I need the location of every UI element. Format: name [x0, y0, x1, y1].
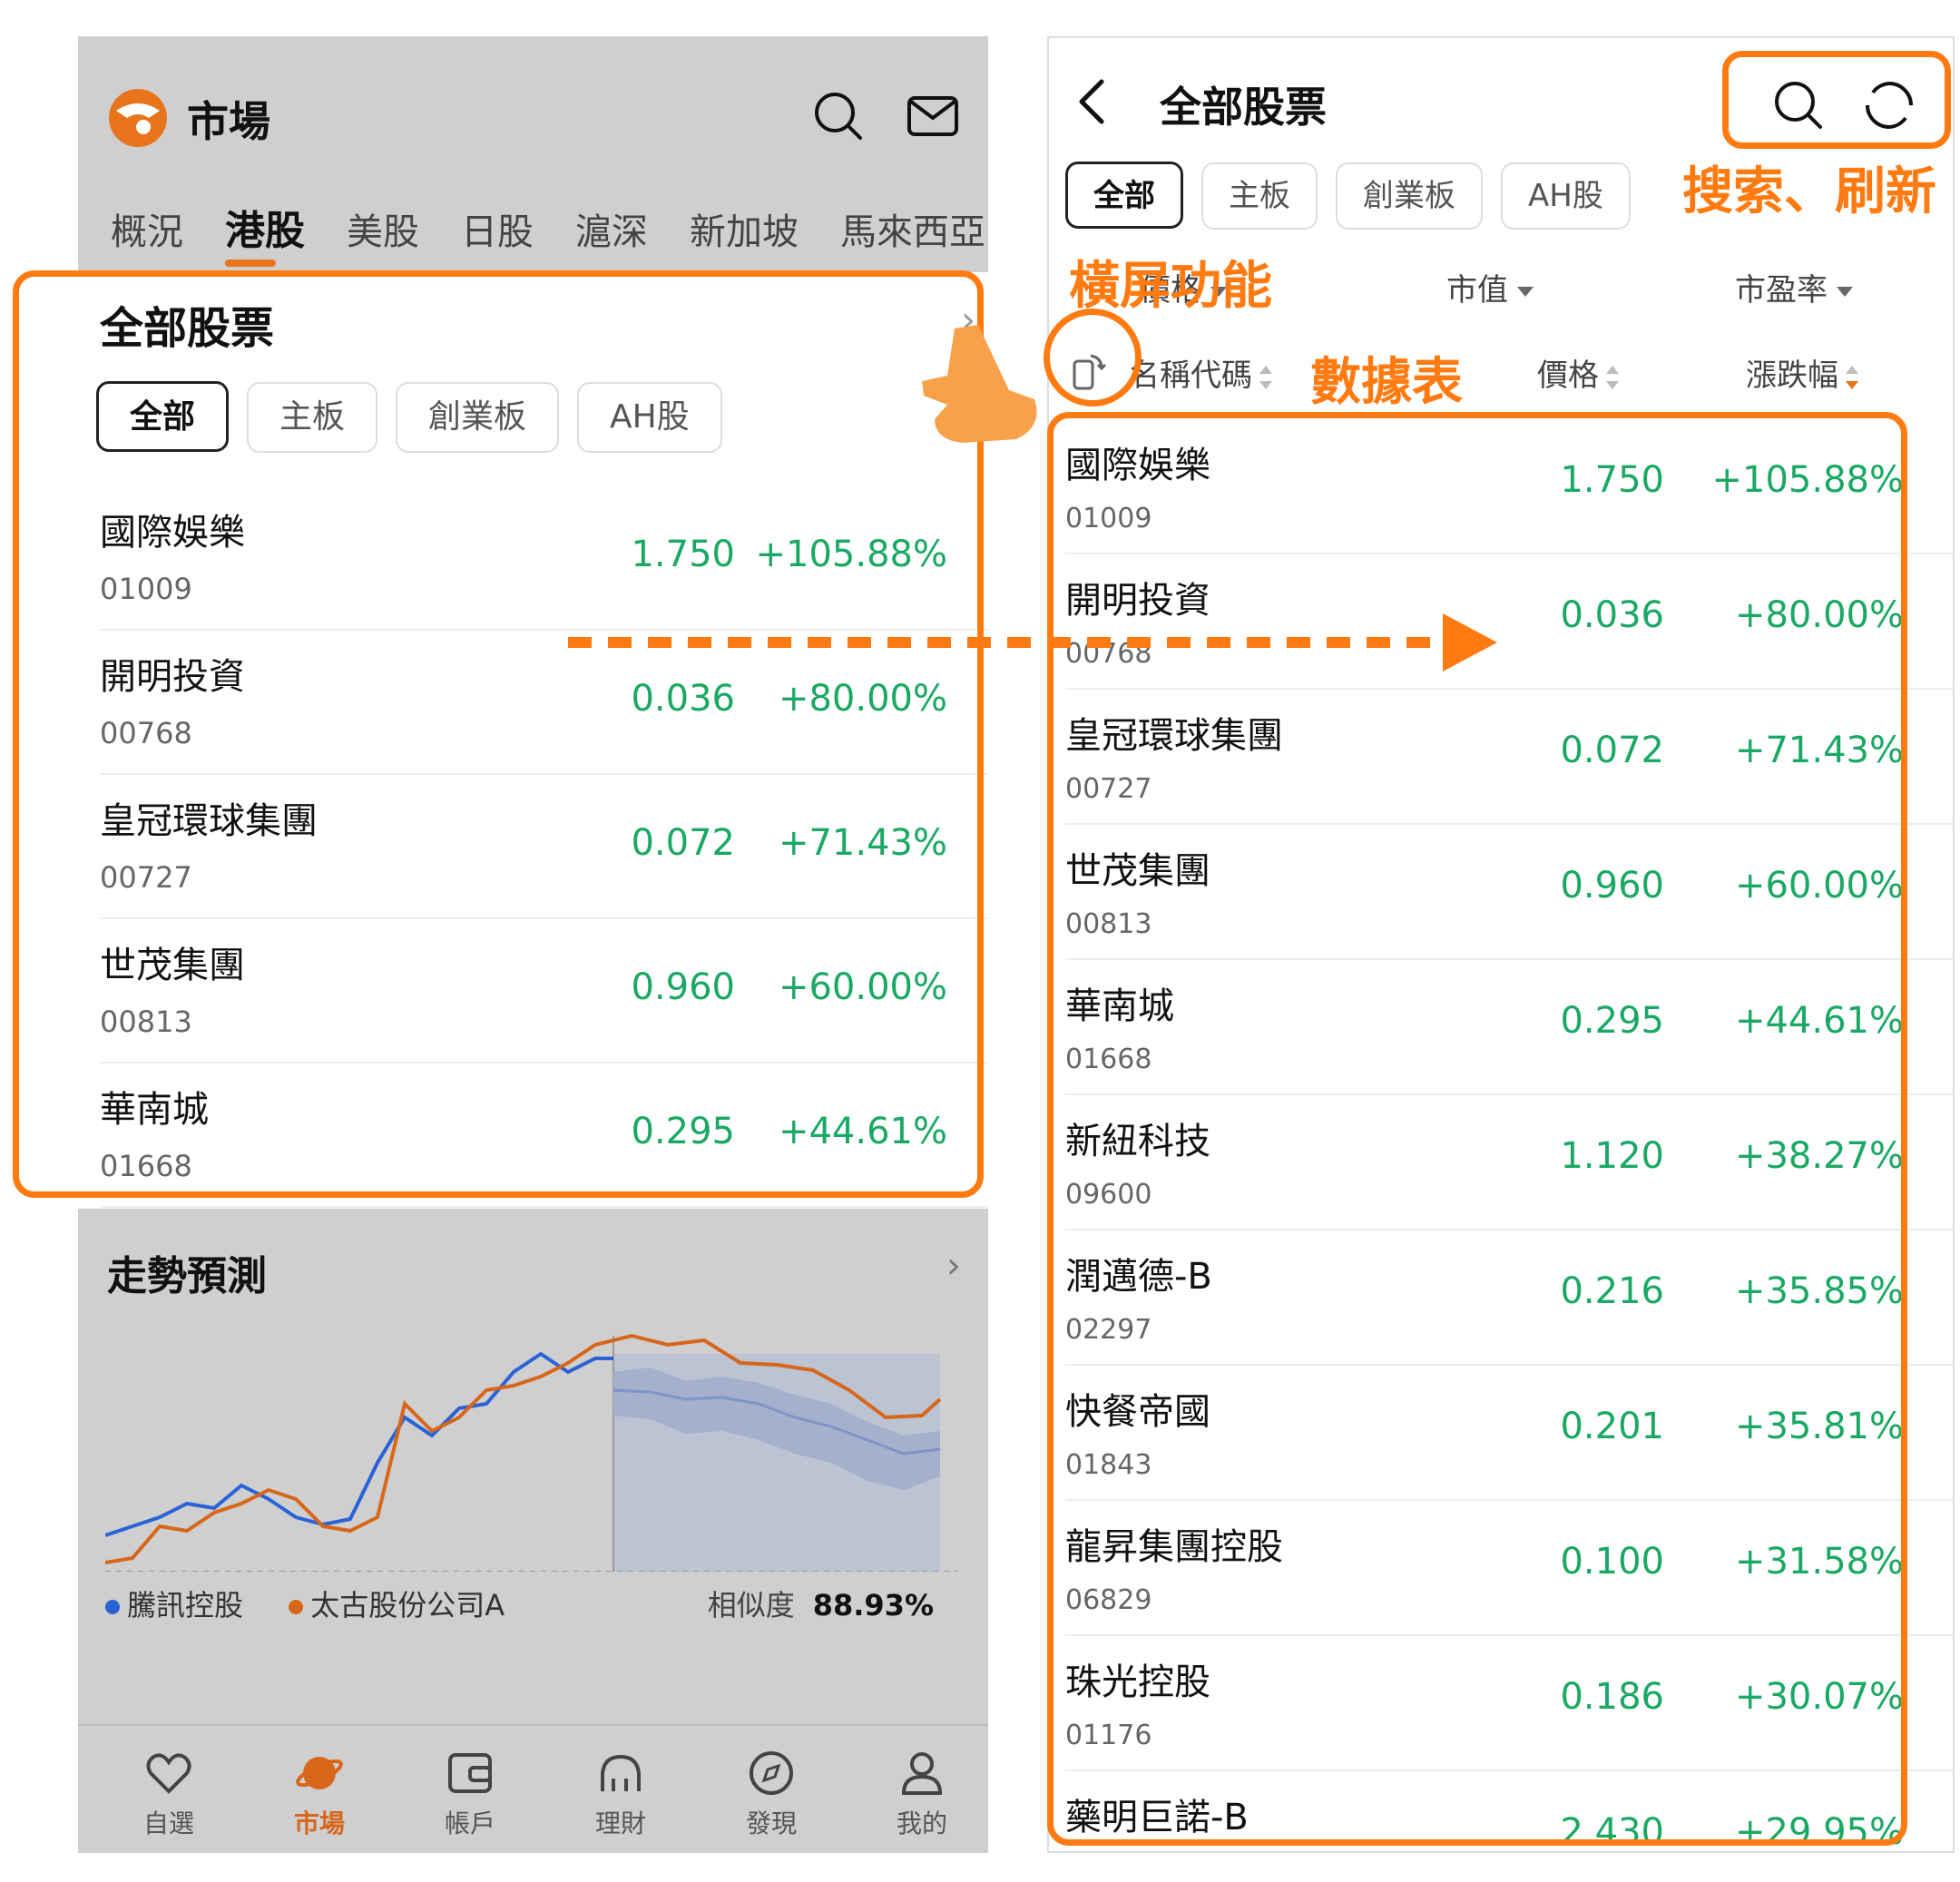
market-tabs: 概況 港股 美股 日股 滬深 新加坡 馬來西亞 [111, 198, 988, 267]
annotation-landscape: 橫屏功能 [1069, 257, 1272, 316]
legend-dot-icon [289, 1600, 304, 1614]
column-label: 市值 [1446, 272, 1508, 309]
nav-me[interactable]: 我的 [867, 1748, 976, 1840]
planet-icon [296, 1757, 343, 1789]
similarity: 相似度 88.93% [708, 1583, 934, 1624]
sort-icon [1606, 365, 1619, 389]
highlight-box-stock-card [13, 270, 984, 1198]
back-arrow-icon[interactable] [1065, 74, 1120, 129]
chip-gem[interactable]: 創業板 [1336, 162, 1483, 230]
legend-tencent: 騰訊控股 [127, 1588, 244, 1622]
chip-all[interactable]: 全部 [1065, 162, 1183, 229]
trend-prediction-section: 走勢預測 › 騰訊控股 太古股份公司A 相似度 88.93% [78, 1209, 988, 1681]
column-market-cap-filter[interactable]: 市值 [1446, 265, 1534, 309]
annotation-data-table: 數據表 [1310, 353, 1463, 412]
chip-main-board[interactable]: 主板 [1201, 162, 1318, 230]
similarity-value: 88.93% [812, 1588, 934, 1622]
tab-singapore[interactable]: 新加坡 [690, 202, 799, 255]
trend-chart [105, 1333, 958, 1572]
nav-discover[interactable]: 發現 [717, 1748, 826, 1840]
heart-icon [146, 1753, 191, 1794]
column-label: 市盈率 [1735, 272, 1828, 309]
app-title: 市場 [187, 97, 270, 146]
tab-overview[interactable]: 概況 [111, 202, 183, 255]
market-header: 市場 概況 港股 美股 日股 滬深 新加坡 馬來西亞 [78, 36, 988, 281]
highlight-box-data-table [1047, 412, 1907, 1846]
column-header-change[interactable]: 漲跌幅 [1746, 350, 1858, 395]
board-filter-chips: 全部 主板 創業板 AH股 [1065, 162, 1649, 230]
chart-legend: 騰訊控股 太古股份公司A [105, 1583, 505, 1624]
nav-label: 發現 [745, 1808, 797, 1838]
wallet-icon [448, 1753, 492, 1793]
legend-dot-icon [105, 1600, 120, 1614]
tab-malaysia[interactable]: 馬來西亞 [840, 202, 985, 255]
page-title: 全部股票 [1160, 83, 1327, 132]
chip-ah-shares[interactable]: AH股 [1501, 162, 1631, 230]
tab-a-shares[interactable]: 滬深 [575, 202, 648, 255]
nav-label: 我的 [896, 1808, 947, 1838]
mail-icon[interactable] [906, 89, 960, 143]
caret-down-icon [1517, 287, 1534, 297]
caret-down-icon [1837, 287, 1853, 297]
nav-label: 理財 [594, 1808, 646, 1838]
column-label: 價格 [1537, 358, 1599, 394]
sort-icon [1259, 365, 1272, 389]
highlight-circle-rotate [1044, 309, 1142, 407]
annotation-search-refresh: 搜索、刷新 [1682, 162, 1936, 221]
column-label: 漲跌幅 [1746, 358, 1838, 394]
trend-title: 走勢預測 [107, 1253, 267, 1299]
search-icon[interactable] [811, 89, 866, 143]
column-header-price[interactable]: 價格 [1537, 350, 1619, 395]
nav-watchlist[interactable]: 自選 [114, 1748, 223, 1840]
tab-jp-stocks[interactable]: 日股 [461, 202, 534, 255]
compass-icon [750, 1751, 793, 1795]
tab-us-stocks[interactable]: 美股 [347, 202, 419, 255]
column-header-name[interactable]: 名稱代碼 [1129, 350, 1272, 395]
chevron-right-icon[interactable]: › [946, 1245, 961, 1287]
nav-market[interactable]: 市場 [265, 1748, 374, 1840]
nav-wealth[interactable]: 理財 [566, 1748, 675, 1840]
column-label: 名稱代碼 [1129, 358, 1252, 394]
nav-label: 帳戶 [444, 1808, 495, 1838]
nav-label: 市場 [293, 1808, 345, 1838]
similarity-label: 相似度 [707, 1588, 795, 1622]
column-pe-filter[interactable]: 市盈率 [1735, 265, 1853, 309]
app-logo-icon [109, 89, 167, 147]
series-tencent-line [105, 1351, 613, 1537]
highlight-box-search-refresh [1722, 51, 1951, 149]
nav-account[interactable]: 帳戶 [416, 1748, 524, 1840]
bottom-nav: 自選 市場 帳戶 理財 發現 我的 [78, 1724, 988, 1853]
legend-swire: 太古股份公司A [310, 1588, 505, 1622]
tab-hk-stocks[interactable]: 港股 [225, 198, 305, 267]
nav-label: 自選 [142, 1808, 194, 1838]
piggy-bank-icon [601, 1754, 641, 1791]
user-icon [901, 1752, 943, 1795]
sort-desc-icon [1846, 365, 1858, 389]
